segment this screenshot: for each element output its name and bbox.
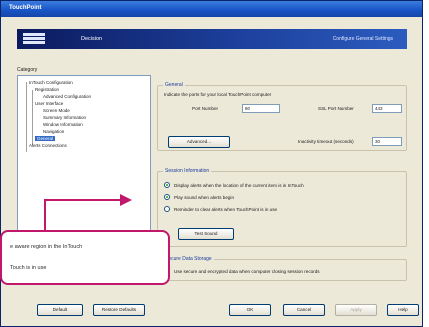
cancel-button[interactable]: Cancel — [283, 304, 325, 316]
default-button[interactable]: Default — [37, 304, 83, 316]
product-logo-icon — [23, 32, 45, 46]
option-reminder[interactable]: Reminder to clear alerts when TouchPoint… — [164, 206, 277, 212]
port-number-input[interactable]: 80 — [242, 104, 280, 113]
data-storage-group: Secure Data Storage Use secure and encry… — [157, 256, 407, 281]
option-display-alerts[interactable]: Display alerts when the location of the … — [164, 182, 304, 188]
option-play-sound[interactable]: Play sound when alerts begin — [164, 194, 234, 200]
inactivity-label: Inactivity timeout (seconds) — [298, 139, 354, 144]
tree-item-summary-information[interactable]: Summary Information — [43, 115, 86, 120]
play-sound-label: Play sound when alerts begin — [174, 194, 235, 200]
ports-description: Indicate the ports for your local TouchP… — [164, 92, 272, 97]
annotation-callout: e aware region in the InTouch Touch is i… — [0, 230, 170, 285]
tree-connector — [26, 82, 27, 152]
tree-connector — [32, 90, 33, 145]
option-secure-data[interactable]: Use secure and encrypted data when compu… — [164, 268, 320, 274]
window-title: TouchPoint — [9, 5, 42, 11]
tree-item-navigation[interactable]: Navigation — [43, 129, 64, 134]
tree-item-user-interface[interactable]: User Interface — [35, 101, 63, 106]
inactivity-input[interactable]: 30 — [372, 137, 402, 146]
general-group: General Indicate the ports for your loca… — [157, 82, 407, 151]
session-group-title: Session Information — [163, 168, 212, 174]
data-storage-group-title: Secure Data Storage — [163, 256, 214, 262]
banner-product-name: Decision — [81, 36, 103, 42]
reminder-label: Reminder to clear alerts when TouchPoint… — [174, 206, 278, 212]
reminder-radio[interactable] — [164, 206, 170, 212]
tree-item-intouch-configuration[interactable]: InTouch Configuration — [29, 80, 73, 85]
tree-item-advanced-configuration[interactable]: Advanced Configuration — [43, 94, 91, 99]
banner-subtitle: Configure General Settings — [332, 36, 393, 42]
ok-button[interactable]: OK — [229, 304, 271, 316]
display-alerts-radio[interactable] — [164, 182, 170, 188]
ssl-port-label: SSL Port Number — [318, 106, 354, 111]
callout-line-2: Touch is in use — [10, 265, 47, 271]
callout-line-1: e aware region in the InTouch — [10, 244, 83, 250]
tree-item-general[interactable]: General — [35, 136, 56, 141]
tree-item-alerts-connections[interactable]: Alerts Connections — [29, 143, 67, 148]
tree-item-window-information[interactable]: Window Information — [43, 122, 83, 127]
restore-defaults-button[interactable]: Restore Defaults — [93, 304, 145, 316]
play-sound-radio[interactable] — [164, 194, 170, 200]
advanced-button[interactable]: Advanced... — [168, 136, 230, 148]
category-label: Category — [17, 67, 38, 73]
session-group: Session Information Display alerts when … — [157, 168, 407, 247]
help-button[interactable]: Help — [387, 304, 419, 316]
port-number-label: Port Number — [192, 106, 219, 111]
display-alerts-label: Display alerts when the location of the … — [174, 182, 304, 188]
ssl-port-input[interactable]: 443 — [372, 104, 402, 113]
title-bar[interactable]: TouchPoint — [1, 1, 422, 17]
apply-button[interactable]: Apply — [335, 304, 377, 316]
tree-item-screen-mode[interactable]: Screen Mode — [43, 108, 70, 113]
general-group-title: General — [163, 82, 185, 88]
header-banner: Decision Configure General Settings — [17, 29, 407, 49]
secure-data-label: Use secure and encrypted data when compu… — [174, 268, 320, 274]
test-sound-button[interactable]: Test Sound — [178, 228, 234, 240]
tree-item-registration[interactable]: Registration — [35, 87, 59, 92]
